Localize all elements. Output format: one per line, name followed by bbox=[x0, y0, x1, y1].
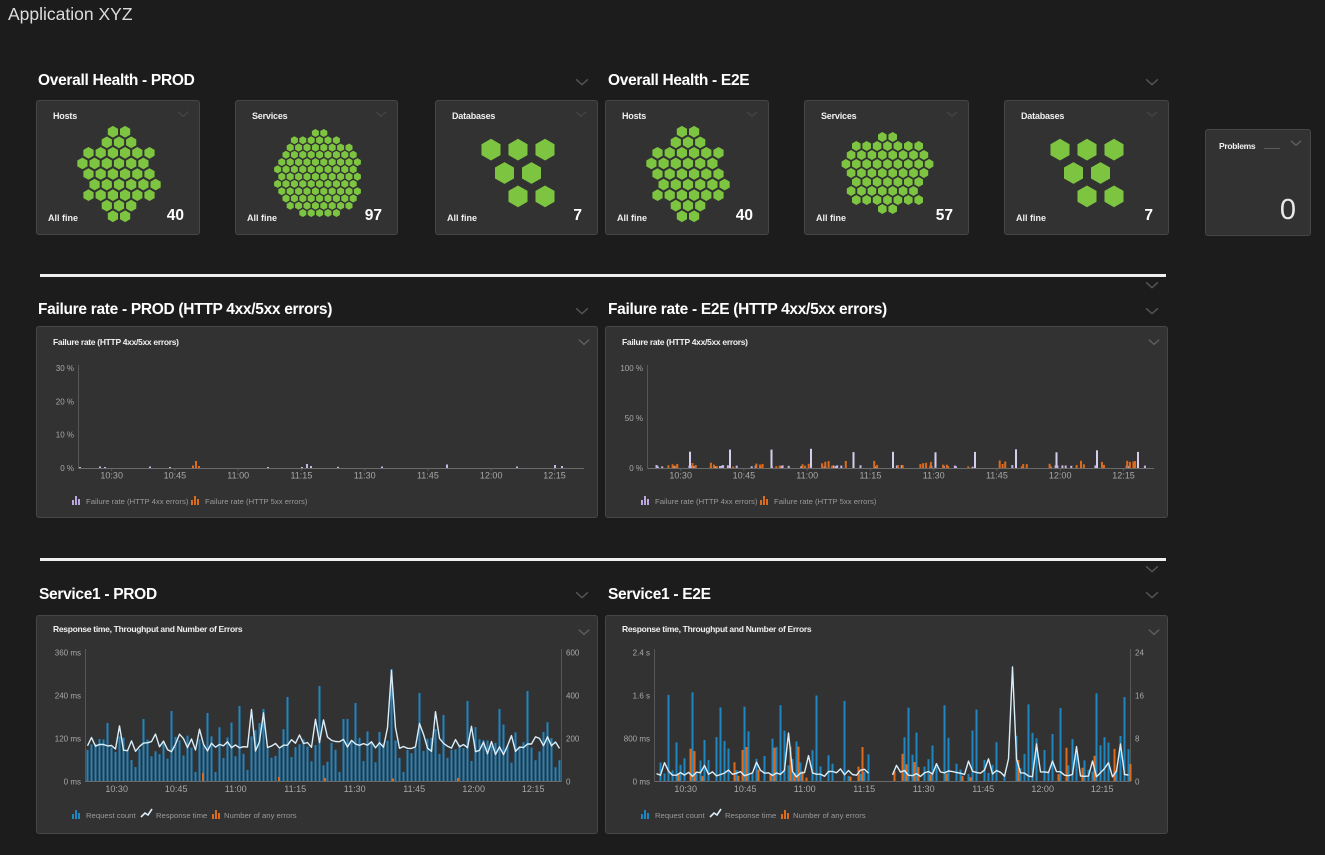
svg-text:16: 16 bbox=[1135, 692, 1144, 701]
svg-text:8: 8 bbox=[1135, 735, 1140, 744]
svg-text:12:00: 12:00 bbox=[1031, 784, 1054, 794]
svg-text:600: 600 bbox=[566, 649, 580, 658]
svg-text:11:00: 11:00 bbox=[796, 471, 818, 481]
svg-text:11:15: 11:15 bbox=[853, 784, 875, 794]
svg-text:10:30: 10:30 bbox=[105, 784, 128, 794]
svg-text:11:15: 11:15 bbox=[290, 471, 312, 481]
svg-text:12:00: 12:00 bbox=[462, 784, 485, 794]
svg-text:10:45: 10:45 bbox=[165, 784, 188, 794]
svg-text:200: 200 bbox=[566, 735, 580, 744]
svg-text:0 %: 0 % bbox=[629, 464, 643, 473]
svg-text:Failure rate (HTTP 5xx errors): Failure rate (HTTP 5xx errors) bbox=[774, 497, 877, 506]
svg-text:12:15: 12:15 bbox=[522, 784, 545, 794]
svg-text:Failure rate (HTTP 5xx errors): Failure rate (HTTP 5xx errors) bbox=[205, 497, 308, 506]
svg-text:11:00: 11:00 bbox=[225, 784, 247, 794]
svg-text:11:30: 11:30 bbox=[913, 784, 935, 794]
svg-text:Failure rate (HTTP 4xx errors): Failure rate (HTTP 4xx errors) bbox=[655, 497, 758, 506]
svg-text:Request count: Request count bbox=[86, 811, 136, 820]
svg-text:240 ms: 240 ms bbox=[55, 692, 81, 701]
svg-text:0 %: 0 % bbox=[60, 464, 74, 473]
svg-text:0 ms: 0 ms bbox=[633, 778, 650, 787]
svg-text:360 ms: 360 ms bbox=[55, 649, 81, 658]
svg-text:120 ms: 120 ms bbox=[55, 735, 81, 744]
svg-text:12:15: 12:15 bbox=[1112, 471, 1135, 481]
svg-text:Number of any errors: Number of any errors bbox=[224, 811, 297, 820]
svg-text:Failure rate (HTTP 4xx errors): Failure rate (HTTP 4xx errors) bbox=[86, 497, 189, 506]
svg-text:11:30: 11:30 bbox=[354, 471, 376, 481]
svg-text:11:15: 11:15 bbox=[859, 471, 881, 481]
svg-text:100 %: 100 % bbox=[620, 364, 643, 373]
svg-text:12:00: 12:00 bbox=[1049, 471, 1072, 481]
svg-text:Number of any errors: Number of any errors bbox=[793, 811, 866, 820]
svg-text:Request count: Request count bbox=[655, 811, 705, 820]
svg-text:11:30: 11:30 bbox=[923, 471, 945, 481]
svg-text:0: 0 bbox=[566, 778, 571, 787]
svg-text:1.6 s: 1.6 s bbox=[633, 692, 650, 701]
svg-text:10:30: 10:30 bbox=[100, 471, 123, 481]
svg-text:10:45: 10:45 bbox=[164, 471, 187, 481]
svg-text:30 %: 30 % bbox=[56, 364, 74, 373]
svg-text:12:00: 12:00 bbox=[480, 471, 503, 481]
svg-text:11:45: 11:45 bbox=[417, 471, 439, 481]
svg-text:50 %: 50 % bbox=[625, 414, 643, 423]
svg-text:24: 24 bbox=[1135, 649, 1144, 658]
svg-text:11:00: 11:00 bbox=[227, 471, 249, 481]
svg-text:10:45: 10:45 bbox=[733, 471, 756, 481]
svg-text:11:15: 11:15 bbox=[284, 784, 306, 794]
svg-text:11:45: 11:45 bbox=[403, 784, 425, 794]
svg-text:Response time: Response time bbox=[156, 811, 207, 820]
svg-text:11:45: 11:45 bbox=[972, 784, 994, 794]
svg-text:0 ms: 0 ms bbox=[64, 778, 81, 787]
svg-text:800 ms: 800 ms bbox=[624, 735, 650, 744]
svg-text:10 %: 10 % bbox=[56, 431, 74, 440]
svg-text:10:30: 10:30 bbox=[669, 471, 692, 481]
svg-text:11:45: 11:45 bbox=[986, 471, 1008, 481]
svg-text:12:15: 12:15 bbox=[1091, 784, 1114, 794]
svg-text:12:15: 12:15 bbox=[543, 471, 566, 481]
svg-text:2.4 s: 2.4 s bbox=[633, 649, 650, 658]
svg-text:400: 400 bbox=[566, 692, 580, 701]
svg-text:Response time: Response time bbox=[725, 811, 776, 820]
svg-text:11:00: 11:00 bbox=[794, 784, 816, 794]
svg-text:20 %: 20 % bbox=[56, 397, 74, 406]
svg-text:11:30: 11:30 bbox=[344, 784, 366, 794]
svg-text:10:45: 10:45 bbox=[734, 784, 757, 794]
svg-text:10:30: 10:30 bbox=[674, 784, 697, 794]
svg-text:0: 0 bbox=[1135, 778, 1140, 787]
